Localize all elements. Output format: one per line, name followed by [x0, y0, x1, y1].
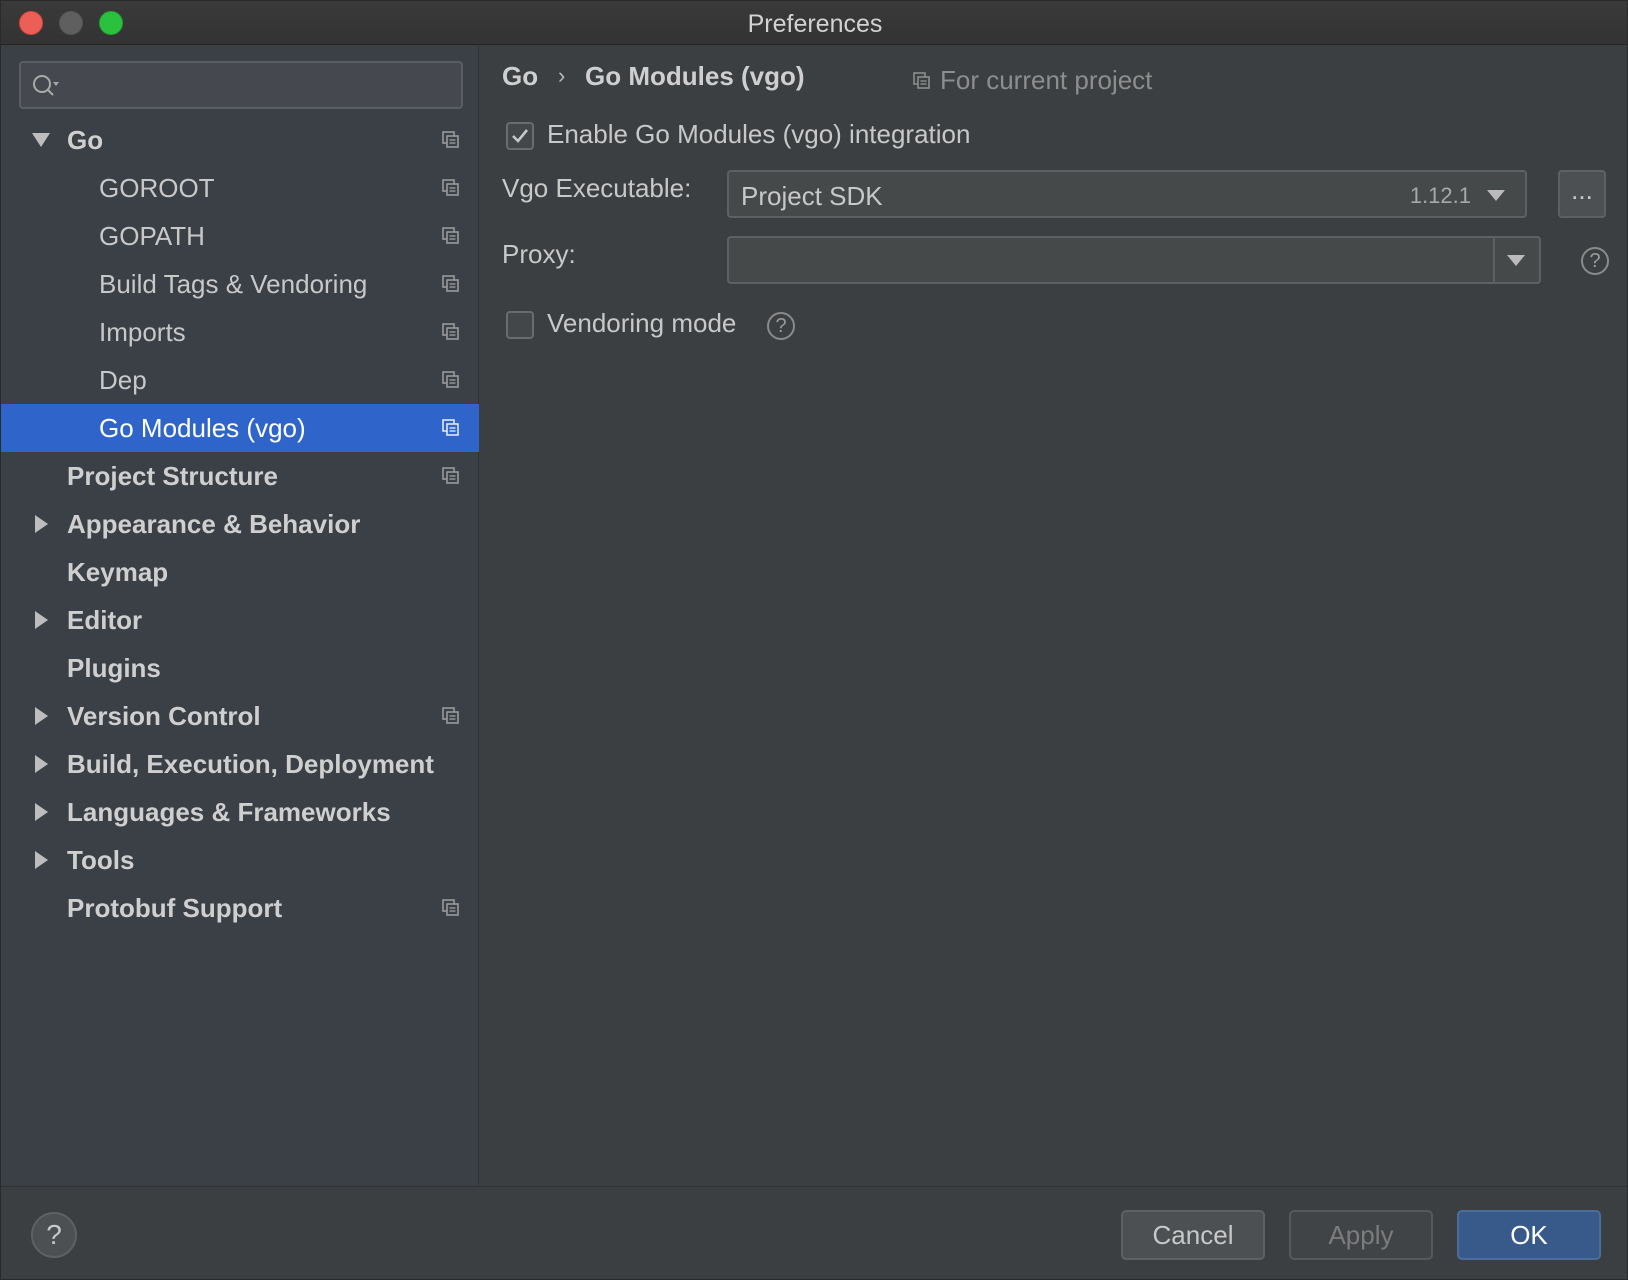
sidebar-item-label: Imports [99, 317, 186, 347]
enable-vgo-checkbox[interactable] [506, 122, 534, 150]
sidebar-item-label: Version Control [67, 701, 261, 731]
sidebar-item-dep[interactable]: Dep [1, 356, 479, 404]
sidebar-item-label: Go [67, 125, 104, 155]
project-level-icon [442, 899, 459, 916]
breadcrumb-parent[interactable]: Go [502, 61, 538, 92]
enable-vgo-label[interactable]: Enable Go Modules (vgo) integration [547, 119, 970, 150]
settings-search-input[interactable] [19, 61, 463, 109]
project-level-icon [442, 275, 459, 292]
sidebar-item-version-control[interactable]: Version Control [1, 692, 479, 740]
checkmark-icon [512, 129, 529, 143]
sidebar-item-languages-frameworks[interactable]: Languages & Frameworks [1, 788, 479, 836]
project-level-icon [442, 707, 459, 724]
title-bar: Preferences [1, 1, 1627, 45]
sidebar-item-label: Editor [67, 605, 143, 635]
project-level-icon [442, 467, 459, 484]
preferences-window: Preferences Go GOROOT GOPATH Build Tags & V… [0, 0, 1628, 1280]
expand-right-icon[interactable] [31, 802, 51, 822]
proxy-help-icon[interactable]: ? [1581, 247, 1609, 275]
project-level-icon [442, 323, 459, 340]
chevron-down-icon[interactable] [1507, 255, 1525, 267]
vendoring-mode-label[interactable]: Vendoring mode [547, 308, 736, 339]
expand-down-icon[interactable] [31, 130, 51, 150]
breadcrumb-separator: › [558, 63, 566, 88]
browse-executable-button[interactable]: ... [1558, 170, 1606, 218]
expand-right-icon[interactable] [31, 754, 51, 774]
sidebar-item-label: Go Modules (vgo) [99, 413, 306, 443]
project-level-icon [442, 227, 459, 244]
project-scope-icon [913, 72, 930, 89]
sidebar-item-label: Plugins [67, 653, 161, 683]
expand-right-icon[interactable] [31, 850, 51, 870]
expand-right-icon[interactable] [31, 706, 51, 726]
sidebar-item-build-tags-vendoring[interactable]: Build Tags & Vendoring [1, 260, 479, 308]
scope-label: For current project [940, 65, 1153, 95]
vgo-executable-value: Project SDK [741, 181, 883, 211]
sidebar-item-build-execution-deployment[interactable]: Build, Execution, Deployment [1, 740, 479, 788]
vgo-executable-select[interactable]: Project SDK 1.12.1 [727, 170, 1527, 218]
chevron-down-icon [1487, 190, 1505, 201]
cancel-button[interactable]: Cancel [1121, 1210, 1265, 1260]
sidebar-item-label: Project Structure [67, 461, 278, 491]
vgo-executable-label: Vgo Executable: [502, 173, 692, 203]
project-level-icon [442, 131, 459, 148]
help-button[interactable]: ? [31, 1212, 77, 1258]
search-icon [33, 75, 59, 96]
sidebar-item-label: GOROOT [99, 173, 215, 203]
sidebar-item-label: Build, Execution, Deployment [67, 749, 434, 779]
project-level-icon [442, 419, 459, 436]
sidebar-item-go[interactable]: Go [1, 116, 479, 164]
sidebar-item-label: Languages & Frameworks [67, 797, 391, 827]
sidebar-item-imports[interactable]: Imports [1, 308, 479, 356]
dialog-footer: ? Cancel Apply OK [1, 1186, 1627, 1279]
project-level-icon [442, 179, 459, 196]
settings-panel: Go › Go Modules (vgo) For current projec… [480, 46, 1627, 1185]
sdk-version: 1.12.1 [1409, 183, 1471, 208]
sidebar-item-appearance-behavior[interactable]: Appearance & Behavior [1, 500, 479, 548]
expand-right-icon[interactable] [31, 610, 51, 630]
sidebar-item-label: Dep [99, 365, 147, 395]
window-title: Preferences [747, 10, 883, 38]
project-level-icon [442, 371, 459, 388]
vendoring-mode-checkbox[interactable] [506, 311, 534, 339]
sidebar-item-label: Protobuf Support [67, 893, 283, 923]
proxy-label: Proxy: [502, 239, 576, 269]
sidebar-item-gopath[interactable]: GOPATH [1, 212, 479, 260]
expand-right-icon[interactable] [31, 514, 51, 534]
breadcrumb-current: Go Modules (vgo) [585, 61, 805, 91]
sidebar-item-label: Keymap [67, 557, 169, 587]
sidebar-item-label: GOPATH [99, 221, 205, 251]
dropdown-divider [1493, 238, 1495, 282]
sidebar-item-plugins[interactable]: Plugins [1, 644, 479, 692]
apply-button[interactable]: Apply [1289, 1210, 1433, 1260]
settings-sidebar: Go GOROOT GOPATH Build Tags & Vendoring Impo… [1, 46, 479, 1185]
sidebar-item-editor[interactable]: Editor [1, 596, 479, 644]
sidebar-item-goroot[interactable]: GOROOT [1, 164, 479, 212]
proxy-input[interactable] [727, 236, 1541, 284]
sidebar-item-label: Tools [67, 845, 135, 875]
vendoring-help-icon[interactable]: ? [767, 312, 795, 340]
sidebar-item-tools[interactable]: Tools [1, 836, 479, 884]
sidebar-item-label: Appearance & Behavior [67, 509, 361, 539]
sidebar-item-protobuf-support[interactable]: Protobuf Support [1, 884, 479, 932]
sidebar-item-label: Build Tags & Vendoring [99, 269, 368, 299]
ok-button[interactable]: OK [1457, 1210, 1601, 1260]
sidebar-item-project-structure[interactable]: Project Structure [1, 452, 479, 500]
sidebar-item-keymap[interactable]: Keymap [1, 548, 479, 596]
sidebar-item-go-modules-vgo[interactable]: Go Modules (vgo) [1, 404, 479, 452]
